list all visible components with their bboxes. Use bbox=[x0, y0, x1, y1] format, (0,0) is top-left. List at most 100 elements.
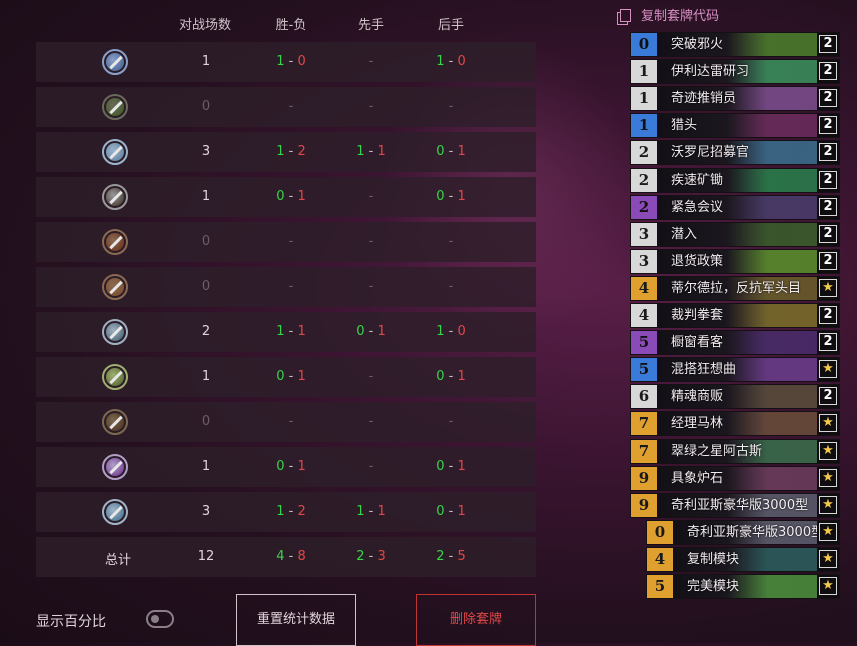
wins-value: 2 bbox=[436, 549, 445, 564]
losses-value: 0 bbox=[297, 54, 306, 69]
card-name: 沃罗尼招募官 bbox=[671, 145, 750, 161]
delete-deck-button[interactable]: 删除套牌 bbox=[416, 594, 536, 646]
wins-value: 0 bbox=[436, 459, 445, 474]
win-loss-value: 1 - 2 bbox=[251, 504, 331, 519]
deck-card[interactable]: 复制模块 4 ★ bbox=[646, 546, 840, 572]
losses-value: 1 bbox=[457, 504, 466, 519]
mana-cost: 1 bbox=[631, 87, 657, 111]
class-row-8[interactable]: 10 - 1-0 - 1 bbox=[36, 357, 536, 397]
stats-header: 对战场数 胜-负 先手 后手 bbox=[150, 14, 536, 34]
separator: - bbox=[288, 54, 294, 69]
card-tile: 疾速矿锄 bbox=[657, 168, 839, 192]
card-tile: 裁判拳套 bbox=[657, 304, 839, 327]
deck-card[interactable]: 橱窗看客 5 2 bbox=[630, 330, 840, 356]
mana-cost: 1 bbox=[631, 60, 657, 84]
count-badge: 2 bbox=[819, 143, 837, 162]
card-count: 2 bbox=[817, 114, 839, 138]
card-tile: 蒂尔德拉，反抗军头目 bbox=[657, 276, 839, 300]
deck-card[interactable]: 蒂尔德拉，反抗军头目 4 ★ bbox=[630, 275, 840, 301]
class-row-7[interactable]: 21 - 10 - 11 - 0 bbox=[36, 312, 536, 352]
wins-value: 1 bbox=[436, 324, 445, 339]
mana-cost: 4 bbox=[631, 276, 657, 300]
class-row-2[interactable]: 0 - - - bbox=[36, 87, 536, 127]
class-row-4[interactable]: 10 - 1-0 - 1 bbox=[36, 177, 536, 217]
class-icon-deathknight bbox=[102, 499, 128, 525]
deck-card[interactable]: 伊利达雷研习 1 2 bbox=[630, 59, 840, 85]
card-count: ★ bbox=[817, 493, 839, 517]
class-row-5[interactable]: 0 - - - bbox=[36, 222, 536, 262]
card-name: 伊利达雷研习 bbox=[671, 64, 750, 80]
deck-card[interactable]: 沃罗尼招募官 2 2 bbox=[630, 140, 840, 166]
total-first: 2 - 3 bbox=[331, 549, 411, 564]
wins-value: 1 bbox=[276, 504, 285, 519]
class-icon-paladin bbox=[102, 319, 128, 345]
card-tile: 奇利亚斯豪华版3000型 bbox=[673, 520, 839, 544]
win-loss-value: 1 - 1 bbox=[251, 324, 331, 339]
wins-value: 0 bbox=[436, 189, 445, 204]
total-row: 总计 12 4 - 82 - 32 - 5 bbox=[36, 537, 536, 577]
show-percent-toggle[interactable] bbox=[146, 610, 174, 628]
deck-card[interactable]: 完美模块 5 ★ bbox=[646, 574, 840, 599]
total-second: 2 - 5 bbox=[411, 549, 491, 564]
wins-value: 1 bbox=[356, 144, 365, 159]
deck-card[interactable]: 裁判拳套 4 2 bbox=[630, 303, 840, 328]
card-name: 裁判拳套 bbox=[671, 308, 724, 323]
mana-cost: 4 bbox=[631, 304, 657, 327]
deck-card[interactable]: 奇迹推销员 1 2 bbox=[630, 86, 840, 112]
legendary-star-icon: ★ bbox=[819, 522, 837, 541]
deck-card[interactable]: 猎头 1 2 bbox=[630, 113, 840, 139]
class-row-1[interactable]: 11 - 0-1 - 0 bbox=[36, 42, 536, 82]
deck-card[interactable]: 具象炉石 9 ★ bbox=[630, 465, 840, 491]
mana-cost: 0 bbox=[647, 520, 673, 544]
card-tile: 退货政策 bbox=[657, 249, 839, 273]
copy-icon bbox=[620, 9, 631, 22]
first-value: 1 - 1 bbox=[331, 504, 411, 519]
class-icon-priest bbox=[102, 454, 128, 480]
deck-card[interactable]: 退货政策 3 2 bbox=[630, 248, 840, 274]
count-badge: 2 bbox=[819, 224, 837, 243]
card-tile: 经理马林 bbox=[657, 412, 839, 436]
copy-deck-code-button[interactable]: 复制套牌代码 bbox=[620, 5, 719, 24]
legendary-star-icon: ★ bbox=[819, 360, 837, 379]
card-name: 奇迹推销员 bbox=[671, 91, 737, 107]
count-badge: 2 bbox=[819, 62, 837, 81]
mana-cost: 5 bbox=[631, 358, 657, 382]
deck-card[interactable]: 潜入 3 2 bbox=[630, 221, 840, 247]
card-name: 混搭狂想曲 bbox=[671, 362, 737, 378]
class-row-3[interactable]: 31 - 21 - 10 - 1 bbox=[36, 132, 536, 172]
losses-value: 1 bbox=[457, 144, 466, 159]
deck-card[interactable]: 精魂商贩 6 2 bbox=[630, 384, 840, 410]
card-art bbox=[727, 249, 817, 273]
header-win-loss: 胜-负 bbox=[275, 18, 307, 33]
first-value: 1 - 1 bbox=[331, 144, 411, 159]
losses-value: 1 bbox=[377, 144, 386, 159]
second-value: 1 - 0 bbox=[411, 54, 491, 69]
class-row-6[interactable]: 0 - - - bbox=[36, 267, 536, 307]
card-count: 2 bbox=[817, 385, 839, 409]
deck-card[interactable]: 混搭狂想曲 5 ★ bbox=[630, 357, 840, 383]
deck-card[interactable]: 突破邪火 0 2 bbox=[630, 32, 840, 57]
class-row-11[interactable]: 31 - 21 - 10 - 1 bbox=[36, 492, 536, 532]
mana-cost: 9 bbox=[631, 466, 657, 490]
deck-card[interactable]: 翠绿之星阿古斯 7 ★ bbox=[630, 438, 840, 464]
card-tile: 完美模块 bbox=[673, 575, 839, 598]
deck-card[interactable]: 疾速矿锄 2 2 bbox=[630, 167, 840, 193]
second-value: 0 - 1 bbox=[411, 504, 491, 519]
second-value: - bbox=[448, 414, 454, 429]
separator: - bbox=[288, 189, 294, 204]
deck-card[interactable]: 奇利亚斯豪华版3000型 9 ★ bbox=[630, 492, 840, 518]
card-art bbox=[727, 195, 817, 219]
class-row-9[interactable]: 0 - - - bbox=[36, 402, 536, 442]
deck-card[interactable]: 紧急会议 2 2 bbox=[630, 194, 840, 220]
total-label: 总计 bbox=[104, 553, 131, 568]
card-name: 潜入 bbox=[671, 226, 698, 242]
class-row-10[interactable]: 10 - 1-0 - 1 bbox=[36, 447, 536, 487]
deck-card[interactable]: 经理马林 7 ★ bbox=[630, 411, 840, 437]
header-second: 后手 bbox=[437, 18, 464, 33]
count-badge: 2 bbox=[819, 170, 837, 189]
card-name: 精魂商贩 bbox=[671, 389, 724, 405]
deck-card[interactable]: 奇利亚斯豪华版3000型 0 ★ bbox=[646, 519, 840, 545]
reset-stats-button[interactable]: 重置统计数据 bbox=[236, 594, 356, 646]
card-tile: 混搭狂想曲 bbox=[657, 358, 839, 382]
class-icon-warlock bbox=[102, 409, 128, 435]
